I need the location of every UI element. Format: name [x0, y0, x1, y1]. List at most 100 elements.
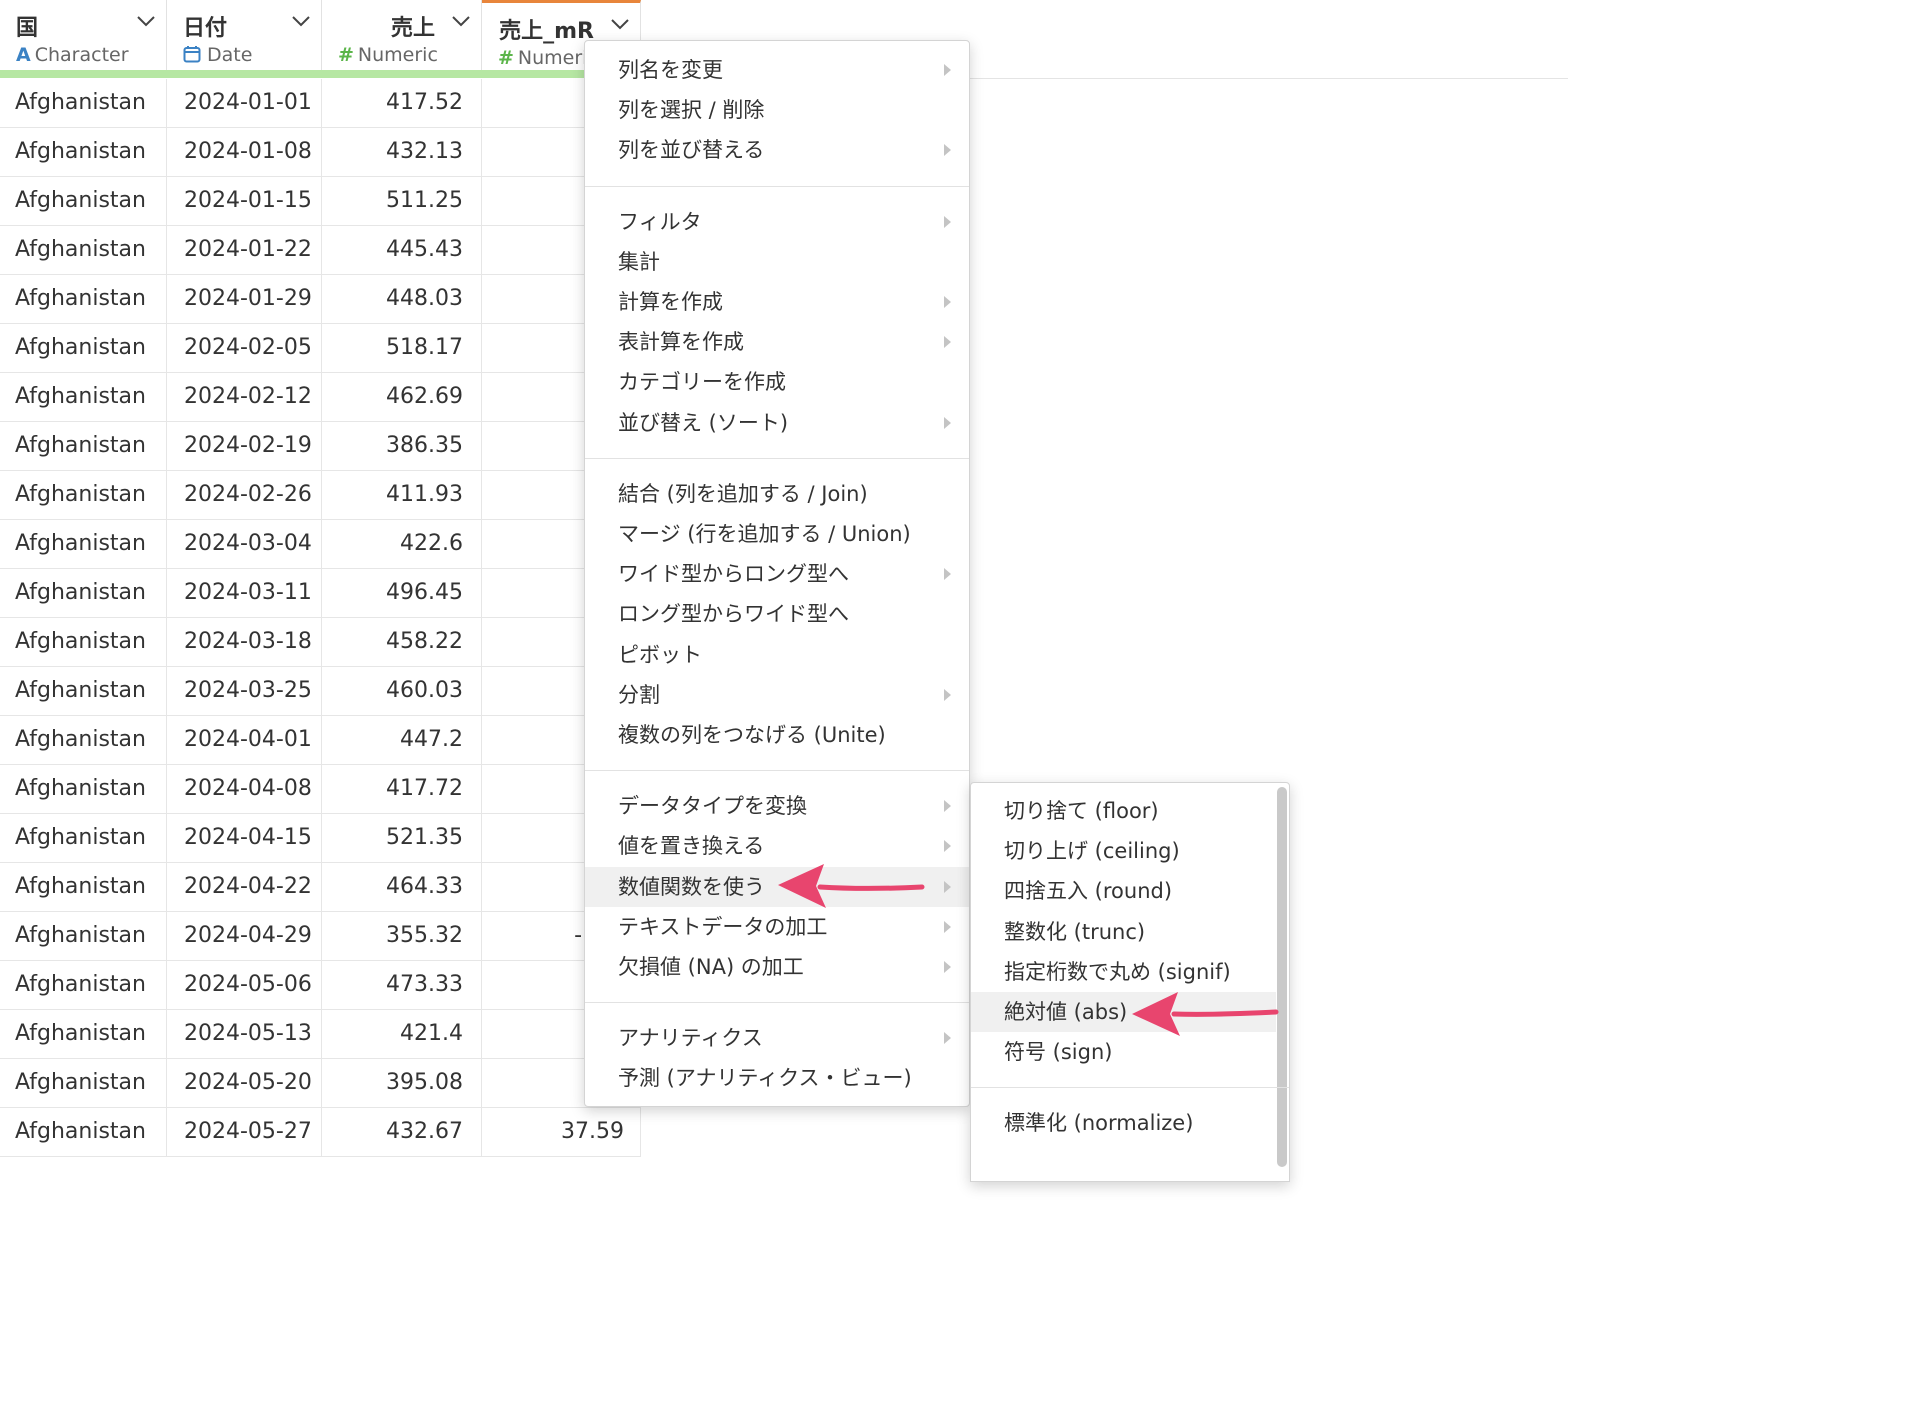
table-row[interactable]: Afghanistan 2024-01-29 448.03 — [0, 275, 641, 324]
table-row[interactable]: Afghanistan2024-02-19386.35-76 — [0, 422, 641, 471]
table-row[interactable]: Afghanistan2024-01-01417.52<N — [0, 79, 641, 128]
table-cell[interactable]: Afghanistan — [0, 1108, 167, 1156]
table-cell[interactable]: Afghanistan — [0, 961, 167, 1009]
table-row[interactable]: Afghanistan2024-03-11496.4573 — [0, 569, 641, 618]
table-row[interactable]: Afghanistan2024-02-05518.1770 — [0, 324, 641, 373]
table-cell[interactable]: Afghanistan — [0, 667, 167, 715]
menu-item[interactable]: カテゴリーを作成 — [585, 362, 969, 402]
menu-item[interactable]: 集計 — [585, 242, 969, 282]
menu-item[interactable]: 分割 — [585, 675, 969, 715]
table-cell[interactable]: Afghanistan — [0, 618, 167, 666]
table-cell[interactable]: 2024-05-13 — [167, 1010, 322, 1058]
table-cell[interactable]: 2024-05-27 — [167, 1108, 322, 1156]
table-cell[interactable]: 2024-02-26 — [167, 471, 322, 519]
table-cell[interactable]: Afghanistan — [0, 1010, 167, 1058]
menu-item[interactable]: フィルタ — [585, 202, 969, 242]
table-cell[interactable]: Afghanistan — [0, 569, 167, 617]
menu-item[interactable]: 表計算を作成 — [585, 322, 969, 362]
menu-item[interactable]: 並び替え (ソート) — [585, 403, 969, 443]
table-cell[interactable]: Afghanistan — [0, 912, 167, 960]
menu-item[interactable]: マージ (行を追加する / Union) — [585, 514, 969, 554]
table-cell[interactable]: 355.32 — [322, 912, 482, 960]
menu-item[interactable]: 複数の列をつなげる (Unite) — [585, 715, 969, 755]
table-row[interactable]: Afghanistan2024-04-01447.2-12 — [0, 716, 641, 765]
column-header-0[interactable]: 国 A Character — [0, 0, 167, 70]
table-cell[interactable]: Afghanistan — [0, 863, 167, 911]
table-cell[interactable]: 2024-03-25 — [167, 667, 322, 715]
table-cell[interactable]: 447.2 — [322, 716, 482, 764]
table-row[interactable]: Afghanistan2024-03-25460.031 — [0, 667, 641, 716]
table-cell[interactable]: 417.52 — [322, 79, 482, 127]
table-cell[interactable]: 2024-02-19 — [167, 422, 322, 470]
table-row[interactable]: Afghanistan2024-02-12462.69-55 — [0, 373, 641, 422]
menu-item[interactable]: 予測 (アナリティクス・ビュー) — [585, 1058, 969, 1098]
submenu-scrollbar[interactable] — [1277, 787, 1287, 1167]
table-row[interactable]: Afghanistan2024-03-18458.22-38 — [0, 618, 641, 667]
table-cell[interactable]: Afghanistan — [0, 275, 167, 323]
menu-item[interactable]: ワイド型からロング型へ — [585, 554, 969, 594]
table-cell[interactable]: 2024-04-08 — [167, 765, 322, 813]
chevron-down-icon[interactable] — [451, 14, 471, 28]
table-cell[interactable]: 2024-05-20 — [167, 1059, 322, 1107]
menu-item[interactable]: データタイプを変換 — [585, 786, 969, 826]
table-cell[interactable]: 2024-01-01 — [167, 79, 322, 127]
column-header-1[interactable]: 日付 Date — [167, 0, 322, 70]
table-cell[interactable]: 2024-05-06 — [167, 961, 322, 1009]
table-cell[interactable]: 518.17 — [322, 324, 482, 372]
menu-item[interactable]: 計算を作成 — [585, 282, 969, 322]
table-cell[interactable]: 2024-03-18 — [167, 618, 322, 666]
table-cell[interactable]: 386.35 — [322, 422, 482, 470]
table-row[interactable]: Afghanistan2024-01-22445.43-65 — [0, 226, 641, 275]
menu-item[interactable]: 標準化 (normalize) — [971, 1103, 1276, 1143]
table-cell[interactable]: 458.22 — [322, 618, 482, 666]
table-row[interactable]: Afghanistan2024-04-22464.33-57 — [0, 863, 641, 912]
table-cell[interactable]: Afghanistan — [0, 1059, 167, 1107]
menu-item[interactable]: 列を選択 / 削除 — [585, 90, 969, 130]
menu-item[interactable]: 列名を変更 — [585, 50, 969, 90]
menu-item[interactable]: 切り捨て (floor) — [971, 791, 1276, 831]
table-cell[interactable]: Afghanistan — [0, 177, 167, 225]
table-row[interactable]: Afghanistan2024-04-15521.35103 — [0, 814, 641, 863]
menu-item[interactable]: アナリティクス — [585, 1018, 969, 1058]
table-cell[interactable]: 473.33 — [322, 961, 482, 1009]
table-row[interactable]: Afghanistan2024-05-20395.08-26 — [0, 1059, 641, 1108]
menu-item[interactable]: 四捨五入 (round) — [971, 871, 1276, 911]
table-cell[interactable]: Afghanistan — [0, 373, 167, 421]
table-cell[interactable]: 448.03 — [322, 275, 482, 323]
table-cell[interactable]: Afghanistan — [0, 716, 167, 764]
table-cell[interactable]: 2024-04-15 — [167, 814, 322, 862]
table-row[interactable]: Afghanistan2024-01-08432.1314 — [0, 128, 641, 177]
column-header-2[interactable]: 売上 # Numeric — [322, 0, 482, 70]
table-cell[interactable]: 421.4 — [322, 1010, 482, 1058]
table-cell[interactable]: 460.03 — [322, 667, 482, 715]
table-cell[interactable]: 496.45 — [322, 569, 482, 617]
table-cell[interactable]: Afghanistan — [0, 814, 167, 862]
table-cell[interactable]: 2024-03-04 — [167, 520, 322, 568]
table-row[interactable]: Afghanistan2024-02-26411.9325 — [0, 471, 641, 520]
table-row[interactable]: Afghanistan2024-03-04422.610 — [0, 520, 641, 569]
table-cell[interactable]: Afghanistan — [0, 765, 167, 813]
table-cell[interactable]: Afghanistan — [0, 324, 167, 372]
table-cell[interactable]: 417.72 — [322, 765, 482, 813]
table-cell[interactable]: 395.08 — [322, 1059, 482, 1107]
table-row[interactable]: Afghanistan2024-04-29355.32-109 — [0, 912, 641, 961]
table-cell[interactable]: Afghanistan — [0, 520, 167, 568]
table-cell[interactable]: Afghanistan — [0, 471, 167, 519]
table-cell[interactable]: 2024-01-15 — [167, 177, 322, 225]
table-cell[interactable]: 422.6 — [322, 520, 482, 568]
table-cell[interactable]: 37.59 — [482, 1108, 641, 1156]
table-row[interactable]: Afghanistan2024-04-08417.72-29 — [0, 765, 641, 814]
table-cell[interactable]: Afghanistan — [0, 226, 167, 274]
table-cell[interactable]: 462.69 — [322, 373, 482, 421]
table-cell[interactable]: Afghanistan — [0, 422, 167, 470]
table-cell[interactable]: 2024-02-05 — [167, 324, 322, 372]
table-cell[interactable]: 2024-02-12 — [167, 373, 322, 421]
table-cell[interactable]: 2024-04-29 — [167, 912, 322, 960]
menu-item[interactable]: 欠損値 (NA) の加工 — [585, 947, 969, 987]
menu-item[interactable]: 列を並び替える — [585, 130, 969, 170]
table-cell[interactable]: 432.13 — [322, 128, 482, 176]
table-cell[interactable]: Afghanistan — [0, 128, 167, 176]
menu-item[interactable]: 指定桁数で丸め (signif) — [971, 952, 1276, 992]
table-cell[interactable]: 411.93 — [322, 471, 482, 519]
table-cell[interactable]: Afghanistan — [0, 79, 167, 127]
